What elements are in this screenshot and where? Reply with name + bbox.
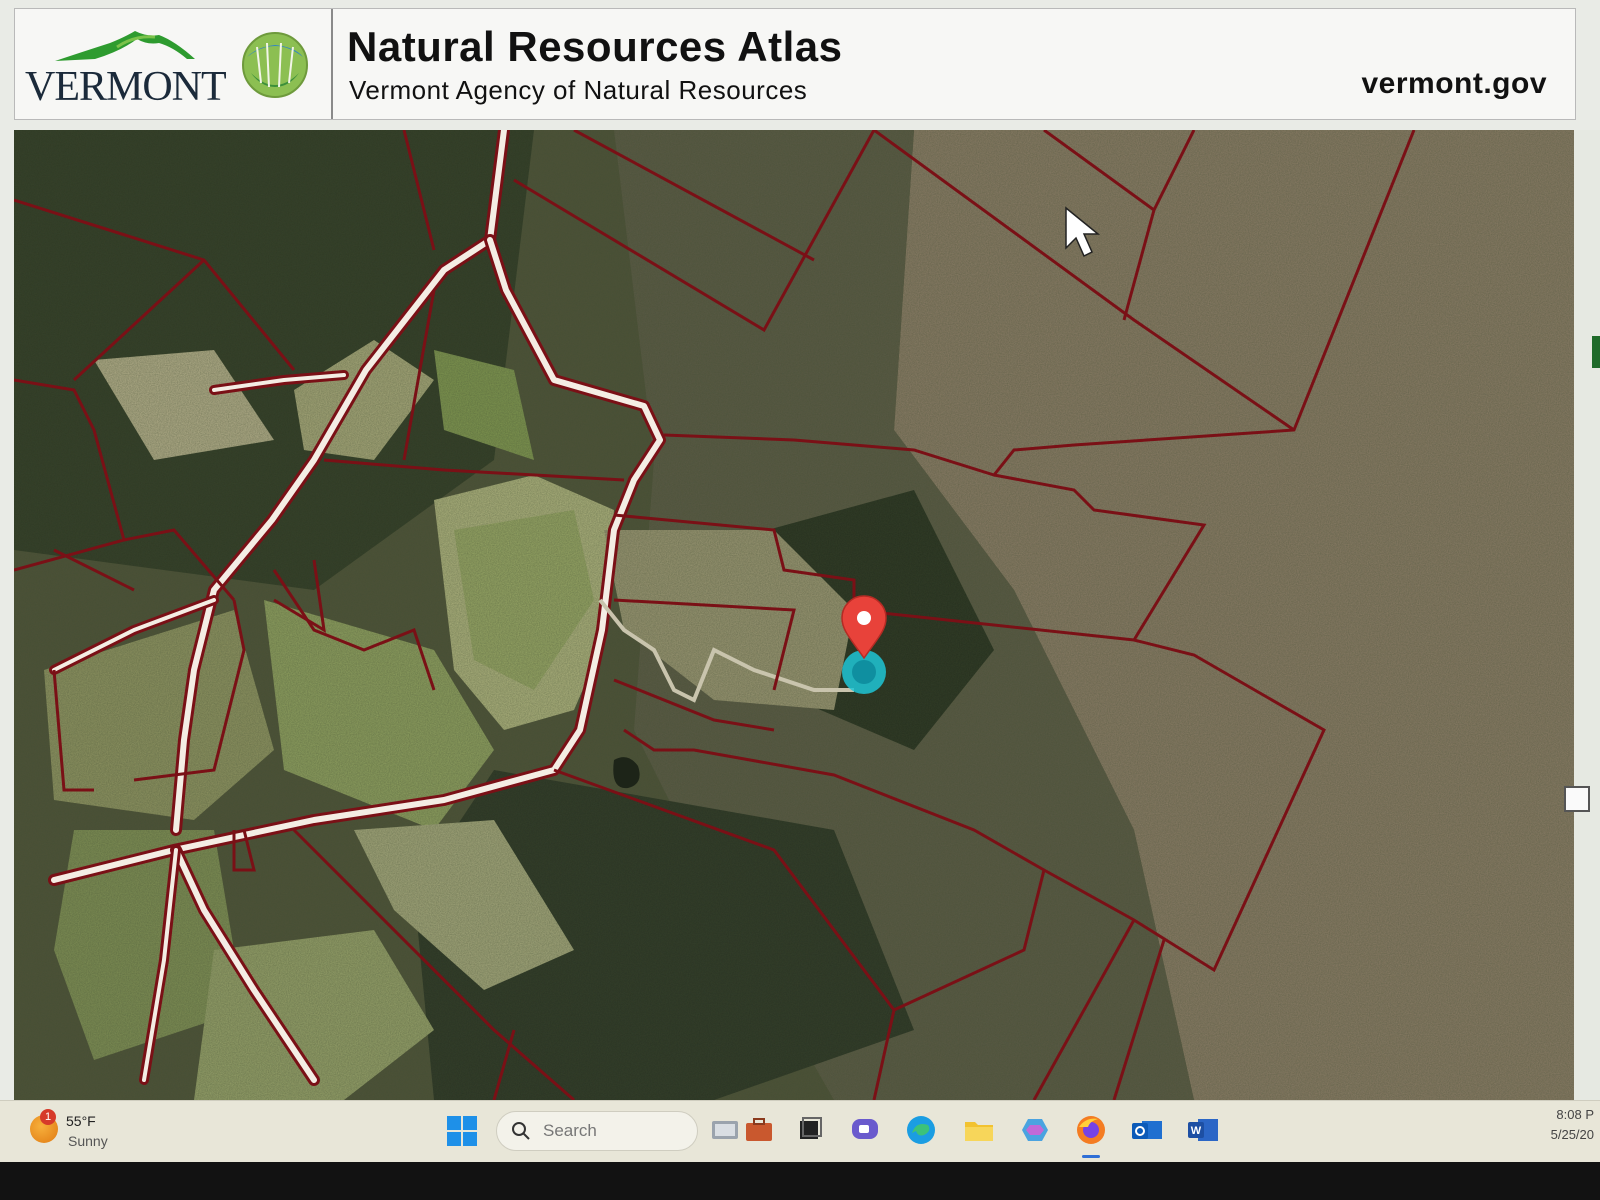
side-panel-checkbox[interactable]	[1564, 786, 1590, 812]
windows-taskbar: 1 55°F Sunny Search W 8:08 P 5/25/20	[0, 1100, 1600, 1163]
weather-condition[interactable]: Sunny	[68, 1133, 108, 1149]
firefox-browser-icon[interactable]	[1074, 1113, 1108, 1147]
taskbar-clock-time[interactable]: 8:08 P	[1556, 1107, 1594, 1122]
search-placeholder: Search	[543, 1121, 597, 1140]
word-document-icon[interactable]: W	[1186, 1113, 1220, 1147]
page-subtitle: Vermont Agency of Natural Resources	[349, 75, 808, 105]
taskbar-clock-date[interactable]: 5/25/20	[1551, 1127, 1594, 1142]
vermont-gov-link[interactable]: vermont.gov	[1361, 67, 1547, 101]
page-title: Natural Resources Atlas	[347, 23, 843, 70]
agency-globe-emblem-icon	[242, 32, 308, 98]
weather-temperature[interactable]: 55°F	[66, 1113, 96, 1129]
windows-start-icon[interactable]	[446, 1115, 478, 1147]
monitor-bezel	[0, 1162, 1600, 1200]
copilot-icon[interactable]	[1018, 1113, 1052, 1147]
weather-badge: 1	[40, 1109, 56, 1125]
firefox-active-indicator	[1082, 1155, 1100, 1158]
svg-text:W: W	[1191, 1125, 1202, 1137]
file-explorer-icon[interactable]	[962, 1113, 996, 1147]
briefcase-icon[interactable]	[742, 1113, 776, 1147]
map-canvas[interactable]	[14, 130, 1574, 1100]
side-panel-indicator	[1592, 336, 1600, 368]
atlas-header: VERMONT Natural Resources Atlas Vermont …	[14, 8, 1576, 120]
file-viewer-icon[interactable]	[708, 1113, 742, 1147]
map-side-panel	[1574, 130, 1600, 1100]
taskbar-search-box[interactable]: Search	[496, 1111, 698, 1151]
task-view-icon[interactable]	[792, 1113, 826, 1147]
monitor-screen: VERMONT Natural Resources Atlas Vermont …	[0, 0, 1600, 1163]
vermont-logo[interactable]: VERMONT	[15, 9, 333, 119]
edge-browser-icon[interactable]	[904, 1113, 938, 1147]
vermont-wordmark: VERMONT	[25, 64, 227, 110]
teams-chat-icon[interactable]	[848, 1113, 882, 1147]
vermont-mountain-logo-icon	[55, 31, 195, 61]
outlook-mail-icon[interactable]	[1130, 1113, 1164, 1147]
search-icon	[512, 1122, 530, 1140]
satellite-map[interactable]	[14, 130, 1574, 1100]
